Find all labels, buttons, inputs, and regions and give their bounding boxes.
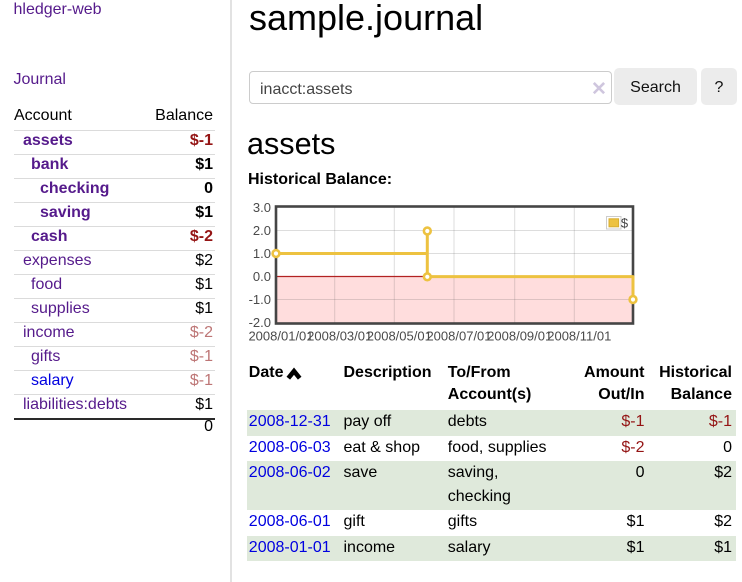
svg-text:1.0: 1.0 xyxy=(253,246,271,261)
svg-text:2008/09/01: 2008/09/01 xyxy=(487,328,552,343)
svg-text:0.0: 0.0 xyxy=(253,269,271,284)
svg-text:-1.0: -1.0 xyxy=(249,292,271,307)
svg-text:2008/11/01: 2008/11/01 xyxy=(547,328,611,343)
svg-text:2008/03/01: 2008/03/01 xyxy=(307,328,372,343)
svg-text:$: $ xyxy=(621,215,629,230)
svg-text:2008/01/01: 2008/01/01 xyxy=(248,328,313,343)
svg-text:2008/05/01: 2008/05/01 xyxy=(367,328,432,343)
svg-text:2.0: 2.0 xyxy=(253,223,271,238)
svg-text:3.0: 3.0 xyxy=(253,200,271,215)
svg-text:2008/07/01: 2008/07/01 xyxy=(426,328,491,343)
